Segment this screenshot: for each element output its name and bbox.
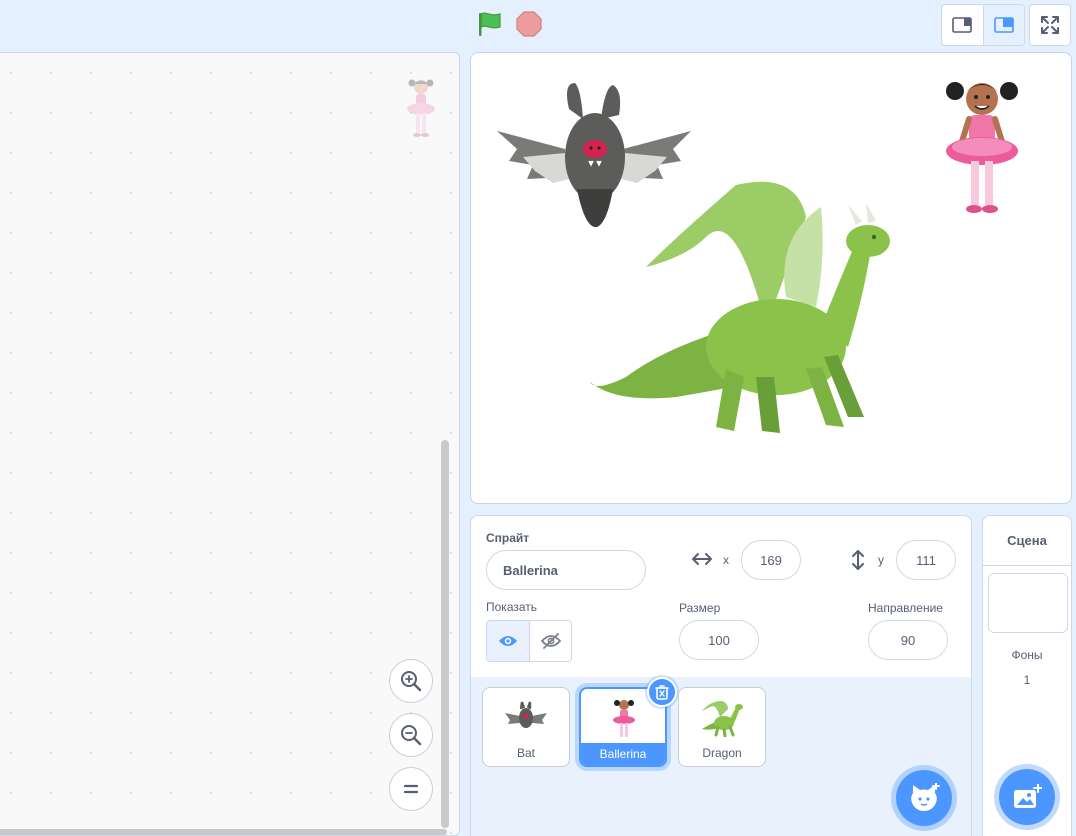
sprite-info-panel: Спрайт Ballerina x 169 y 111 Показать Ра… [470, 515, 972, 678]
zoom-out-icon [401, 725, 422, 746]
backdrops-label: Фоны [1011, 648, 1043, 662]
ballerina-sprite[interactable] [941, 75, 1023, 219]
small-stage-button[interactable] [942, 5, 983, 45]
eye-slash-icon [540, 633, 561, 649]
show-label: Показать [486, 600, 538, 614]
stage-thumbnail[interactable] [988, 573, 1068, 633]
stage-size-toggle [941, 4, 1025, 46]
horizontal-scrollbar[interactable] [0, 829, 447, 835]
zoom-in-button[interactable] [389, 659, 433, 703]
sprite-tile-name: Bat [516, 746, 535, 760]
backdrops-count: 1 [1023, 673, 1031, 687]
fullscreen-icon [1041, 16, 1059, 34]
bat-thumbnail [501, 696, 551, 740]
stage[interactable] [470, 52, 1072, 504]
large-stage-icon [994, 17, 1014, 33]
dragon-sprite[interactable] [586, 177, 896, 443]
zoom-in-icon [401, 671, 422, 692]
x-arrows-icon [691, 552, 713, 566]
y-field[interactable]: 111 [896, 540, 956, 580]
delete-sprite-button[interactable] [647, 677, 677, 707]
direction-field[interactable]: 90 [868, 620, 948, 660]
stage-target-panel: Сцена Фоны 1 [982, 515, 1072, 836]
cat-plus-icon [911, 783, 940, 811]
sprite-tile-bat[interactable]: Bat [482, 687, 570, 767]
stage-title: Сцена [983, 516, 1071, 566]
sprite-tile-ballerina[interactable]: Ballerina [579, 677, 677, 767]
stop-button[interactable] [514, 9, 544, 39]
sprite-list: Bat Ballerina Dragon [470, 677, 972, 836]
direction-label: Направление [868, 601, 943, 615]
ballerina-thumbnail [599, 697, 649, 741]
eye-icon [499, 636, 517, 646]
sprite-tile-name: Dragon [702, 746, 742, 760]
equals-icon [403, 784, 419, 794]
visibility-toggle [486, 620, 572, 662]
sprite-tile-name: Ballerina [581, 743, 665, 765]
size-label: Размер [679, 601, 721, 615]
show-hidden-button[interactable] [529, 621, 571, 661]
green-flag-icon [479, 12, 501, 36]
size-field[interactable]: 100 [679, 620, 759, 660]
sprite-tile-dragon[interactable]: Dragon [678, 687, 766, 767]
large-stage-button[interactable] [982, 5, 1024, 45]
x-label: x [723, 553, 729, 567]
trash-icon [655, 685, 669, 700]
top-toolbar [0, 0, 1076, 50]
small-stage-icon [952, 17, 973, 33]
vertical-scrollbar[interactable] [441, 440, 449, 828]
y-label: y [878, 553, 884, 567]
zoom-reset-button[interactable] [389, 767, 433, 811]
add-sprite-button[interactable] [896, 770, 952, 826]
fullscreen-button[interactable] [1029, 4, 1071, 46]
script-area[interactable] [0, 52, 460, 836]
zoom-out-button[interactable] [389, 713, 433, 757]
stop-sign-icon [516, 11, 542, 37]
green-flag-button[interactable] [474, 8, 506, 40]
dragon-thumbnail [697, 696, 747, 740]
sprite-label: Спрайт [486, 531, 530, 545]
sprite-name-field[interactable]: Ballerina [486, 550, 646, 590]
x-field[interactable]: 169 [741, 540, 801, 580]
image-plus-icon [1014, 784, 1042, 808]
y-arrows-icon [851, 549, 865, 571]
ballerina-watermark-icon [407, 79, 435, 137]
show-visible-button[interactable] [487, 621, 529, 661]
add-backdrop-button[interactable] [999, 769, 1055, 825]
